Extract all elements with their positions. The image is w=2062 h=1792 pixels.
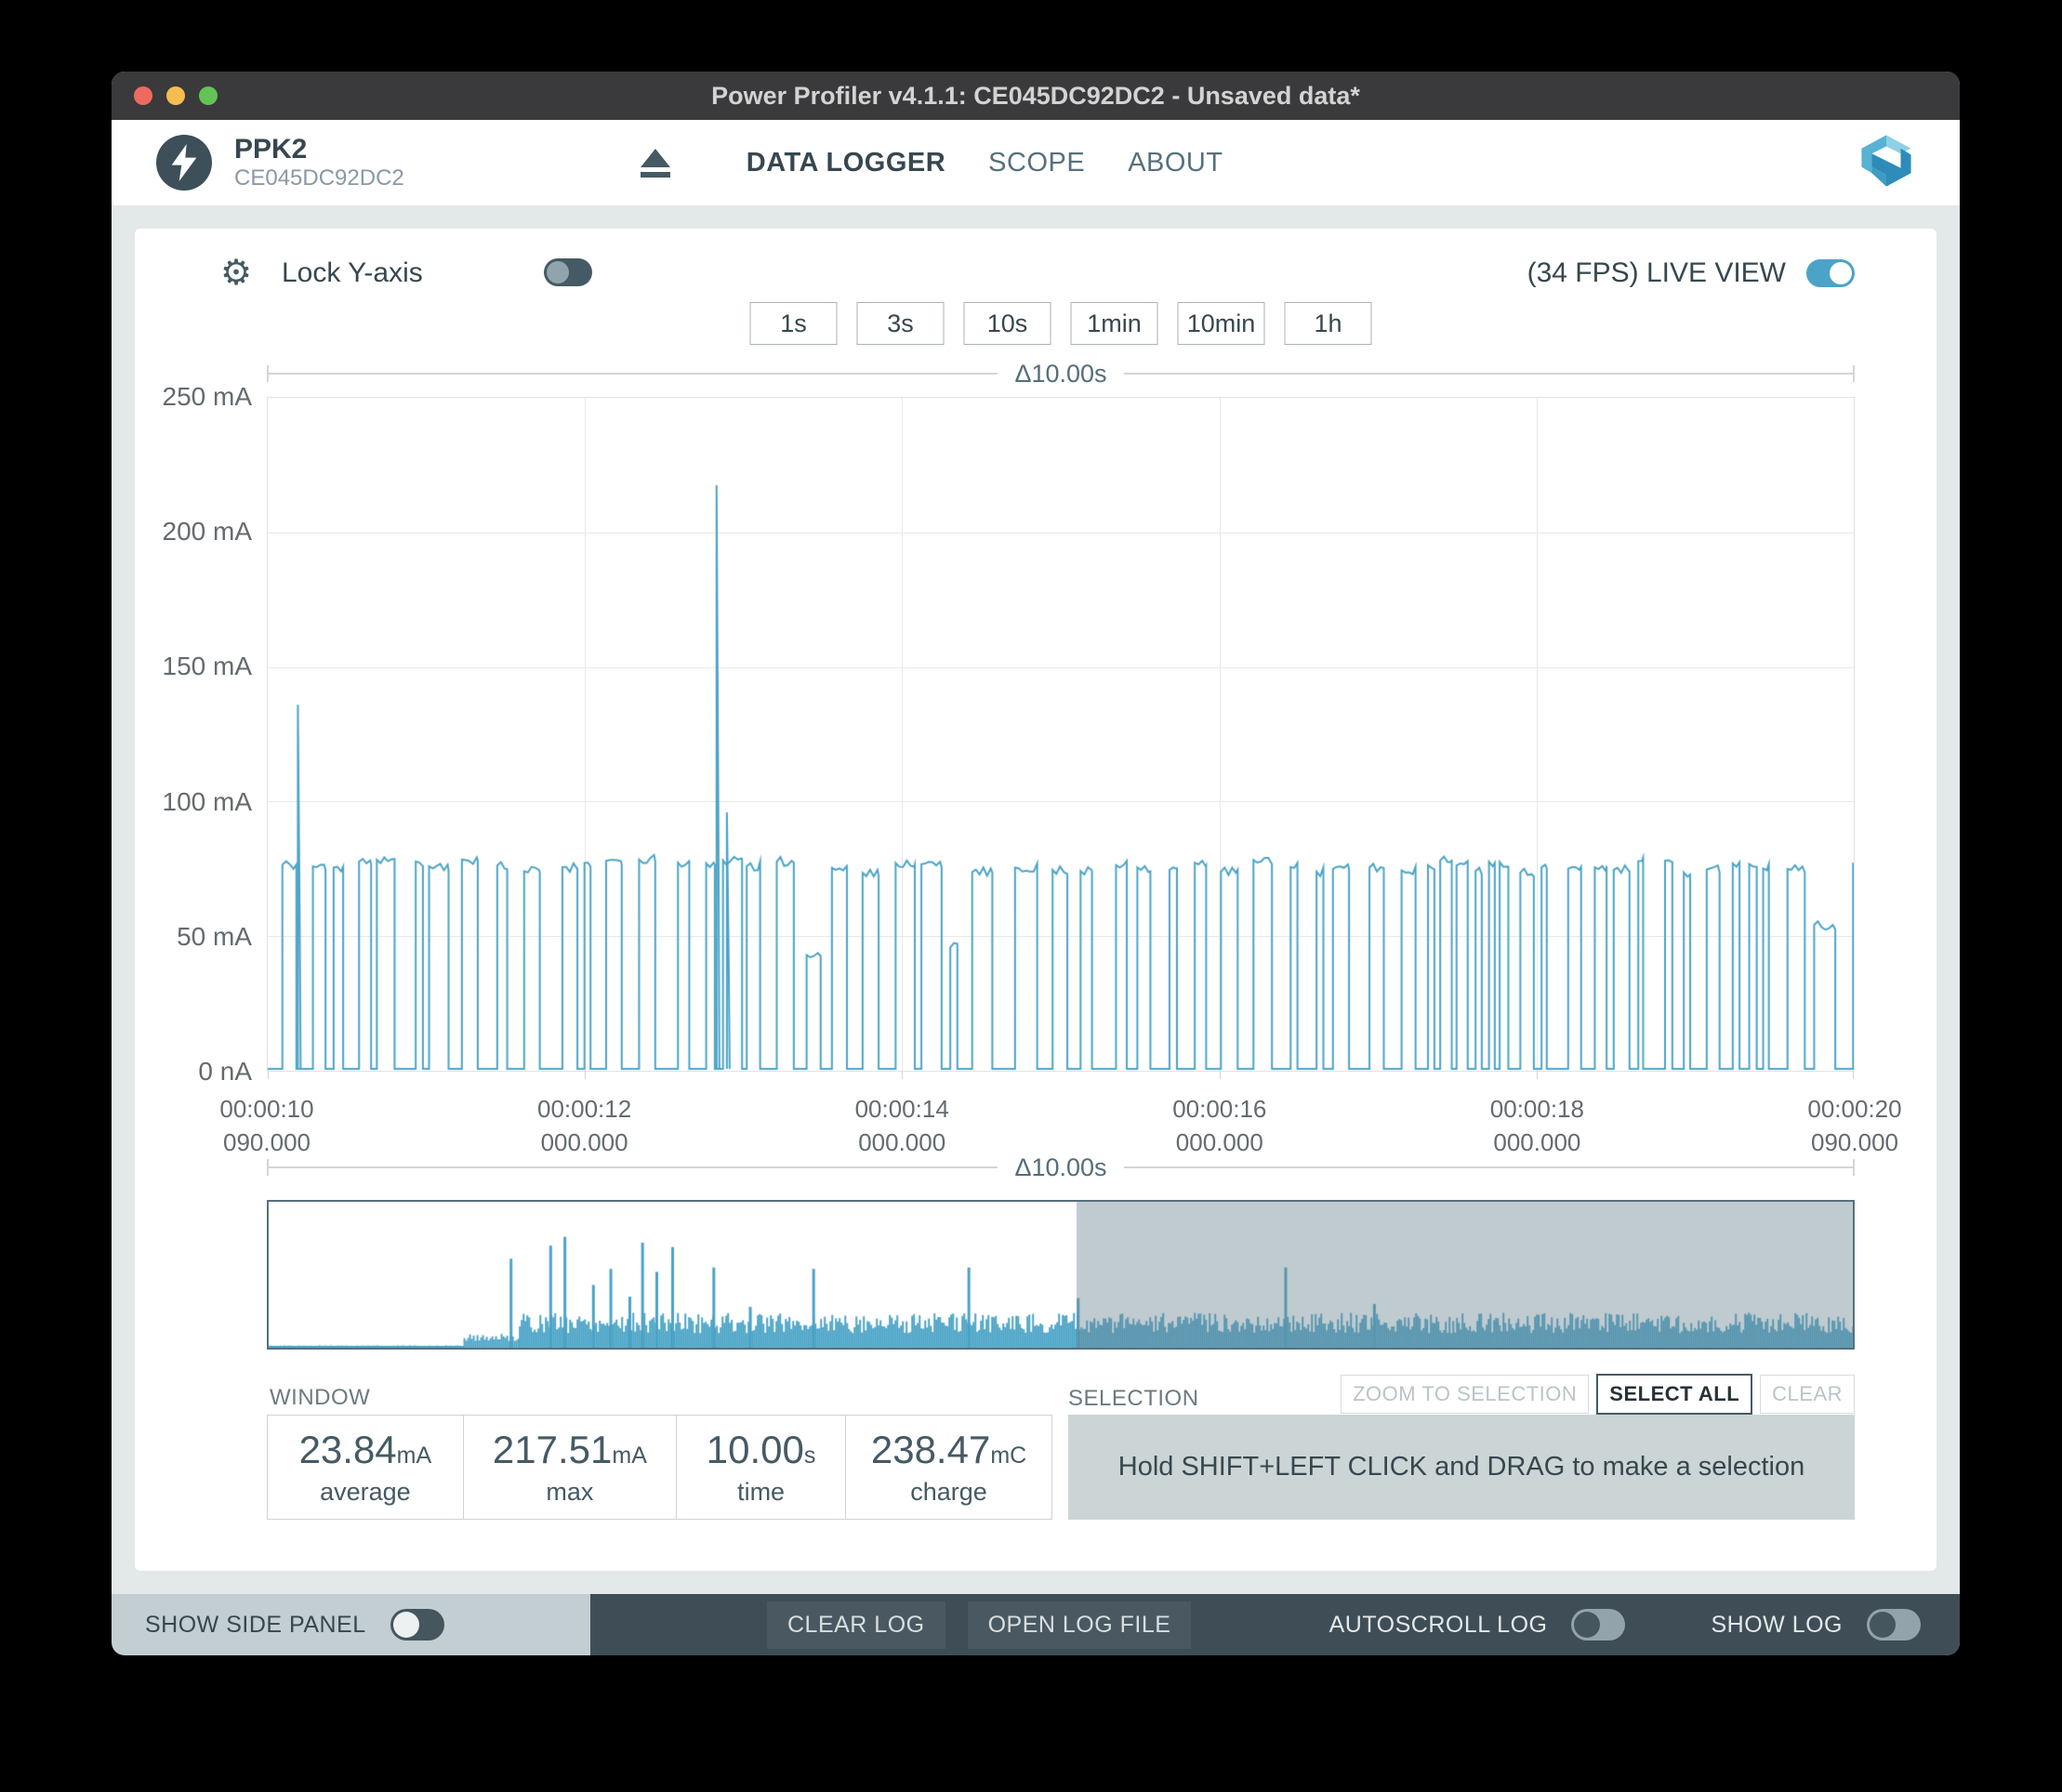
titlebar: Power Profiler v4.1.1: CE045DC92DC2 - Un… <box>112 72 1960 120</box>
zoom-button[interactable] <box>199 86 218 105</box>
device-serial: CE045DC92DC2 <box>234 165 404 191</box>
current-waveform-canvas[interactable] <box>268 398 1854 1071</box>
stat-charge: 238.47mC charge <box>846 1416 1051 1519</box>
lightning-bolt-icon <box>168 144 200 181</box>
app-header: PPK2 CE045DC92DC2 DATA LOGGER SCOPE ABOU… <box>112 120 1960 205</box>
stat-max: 217.51mA max <box>464 1416 677 1519</box>
tab-about[interactable]: ABOUT <box>1128 148 1223 178</box>
delta-label-bottom: Δ10.00s <box>1014 1153 1106 1182</box>
window-span-ruler-top: Δ10.00s <box>267 360 1855 388</box>
selection-hint: Hold SHIFT+LEFT CLICK and DRAG to make a… <box>1118 1452 1804 1482</box>
zoom-to-selection-button[interactable]: ZOOM TO SELECTION <box>1341 1375 1589 1414</box>
show-log-label: SHOW LOG <box>1711 1612 1843 1639</box>
window-stats: 23.84mA average 217.51mA max 10.00s time… <box>267 1415 1052 1520</box>
autoscroll-log-toggle[interactable] <box>1571 1609 1625 1640</box>
nordic-logo <box>1857 135 1915 191</box>
y-tick: 0 nA <box>198 1057 252 1087</box>
eject-button[interactable] <box>637 149 674 178</box>
clear-log-button[interactable]: CLEAR LOG <box>767 1601 945 1649</box>
show-side-panel-toggle[interactable] <box>390 1609 444 1640</box>
main-content: ⚙ Lock Y-axis (34 FPS) LIVE VIEW 1s 3s 1… <box>112 205 1960 1594</box>
show-side-panel-label: SHOW SIDE PANEL <box>145 1612 366 1639</box>
lock-y-axis-toggle[interactable] <box>544 258 592 286</box>
open-log-file-button[interactable]: OPEN LOG FILE <box>968 1601 1192 1649</box>
window-section-label: WINDOW <box>270 1385 370 1411</box>
y-tick: 100 mA <box>163 787 253 817</box>
clear-selection-button[interactable]: CLEAR <box>1760 1375 1855 1414</box>
device-name: PPK2 <box>234 134 404 166</box>
range-button-1s[interactable]: 1s <box>750 302 838 345</box>
tab-data-logger[interactable]: DATA LOGGER <box>747 148 945 178</box>
minimap-canvas[interactable] <box>269 1202 1853 1348</box>
close-button[interactable] <box>134 86 152 105</box>
live-view-toggle[interactable] <box>1806 259 1855 287</box>
device-icon <box>156 135 212 191</box>
y-tick: 250 mA <box>163 382 253 412</box>
show-log-toggle[interactable] <box>1867 1609 1921 1640</box>
x-axis-labels: 00:00:10090.000 00:00:12000.000 00:00:14… <box>267 1092 1855 1157</box>
app-window: Power Profiler v4.1.1: CE045DC92DC2 - Un… <box>112 72 1960 1655</box>
time-range-buttons: 1s 3s 10s 1min 10min 1h <box>750 302 1372 345</box>
main-chart-plot[interactable] <box>267 397 1855 1072</box>
range-button-1min[interactable]: 1min <box>1071 302 1158 345</box>
chart-card: ⚙ Lock Y-axis (34 FPS) LIVE VIEW 1s 3s 1… <box>135 229 1936 1571</box>
range-button-10min[interactable]: 10min <box>1178 302 1265 345</box>
minimize-button[interactable] <box>166 86 185 105</box>
y-axis-labels: 250 mA 200 mA 150 mA 100 mA 50 mA 0 nA <box>135 397 252 1072</box>
minimap-overview[interactable] <box>267 1200 1855 1350</box>
window-title: Power Profiler v4.1.1: CE045DC92DC2 - Un… <box>711 82 1360 111</box>
live-view-label: (34 FPS) LIVE VIEW <box>1527 257 1786 289</box>
eject-icon <box>641 149 670 167</box>
stat-time: 10.00s time <box>677 1416 846 1519</box>
selection-section-label: SELECTION <box>1068 1386 1199 1412</box>
y-tick: 200 mA <box>163 517 253 547</box>
side-panel-section: SHOW SIDE PANEL <box>112 1594 590 1655</box>
stat-average: 23.84mA average <box>268 1416 464 1519</box>
y-tick: 50 mA <box>177 922 252 952</box>
lock-y-axis-label: Lock Y-axis <box>282 257 423 289</box>
selection-stats-box: Hold SHIFT+LEFT CLICK and DRAG to make a… <box>1068 1415 1855 1520</box>
autoscroll-log-label: AUTOSCROLL LOG <box>1329 1612 1548 1639</box>
tab-scope[interactable]: SCOPE <box>988 148 1085 178</box>
range-button-3s[interactable]: 3s <box>857 302 945 345</box>
window-span-ruler-bottom: Δ10.00s <box>267 1153 1855 1181</box>
select-all-button[interactable]: SELECT ALL <box>1596 1374 1752 1415</box>
range-button-1h[interactable]: 1h <box>1285 302 1372 345</box>
range-button-10s[interactable]: 10s <box>964 302 1051 345</box>
footer-bar: SHOW SIDE PANEL CLEAR LOG OPEN LOG FILE … <box>112 1594 1960 1655</box>
delta-label-top: Δ10.00s <box>1014 360 1106 389</box>
y-tick: 150 mA <box>163 652 253 681</box>
chart-settings-gear-icon[interactable]: ⚙ <box>220 253 252 294</box>
